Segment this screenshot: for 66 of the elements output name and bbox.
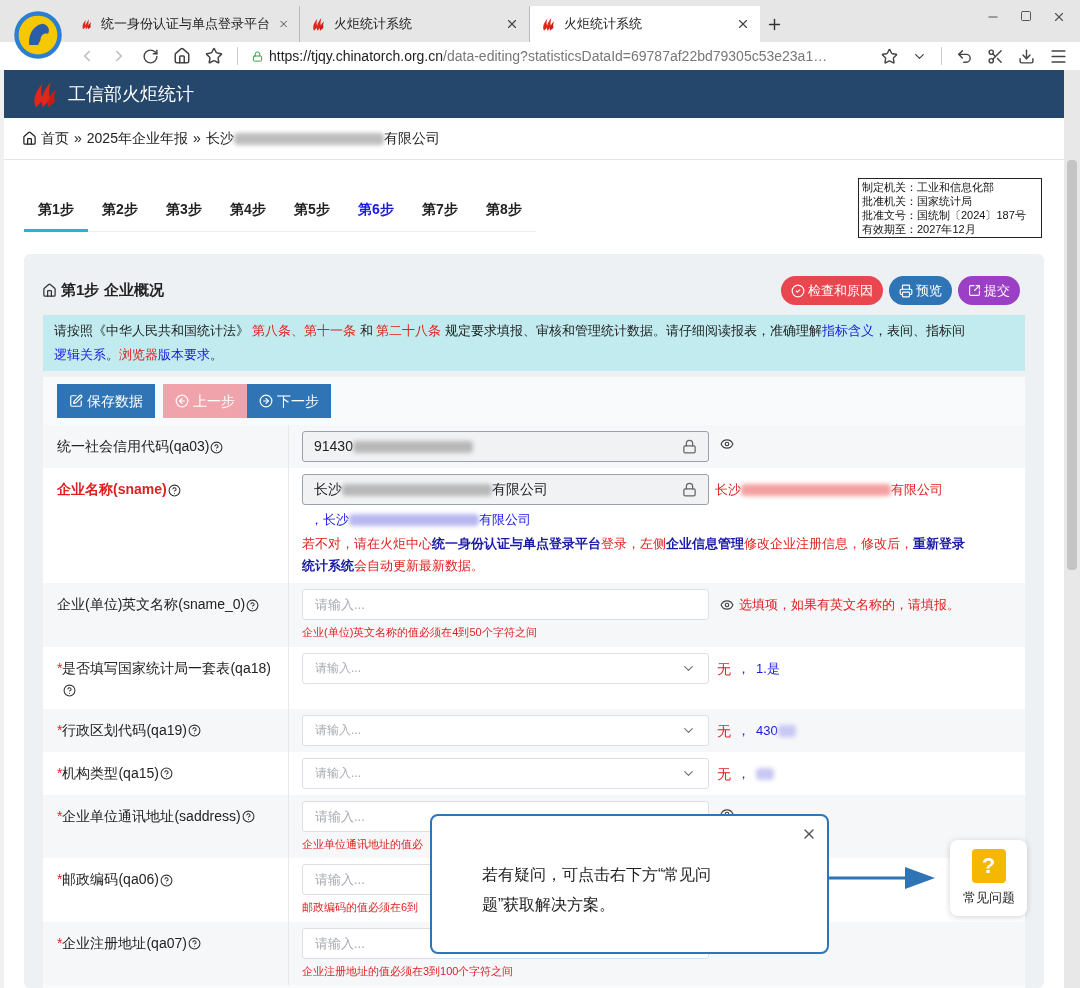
required-mark: * [57, 933, 63, 953]
redacted-text-start: 91430 [314, 437, 353, 456]
section-title: 第1步 企业概况 [61, 280, 164, 301]
question-icon: ? [971, 848, 1006, 883]
step-tab[interactable]: 第8步 [472, 190, 536, 232]
field-label: 企业名称(sname) [57, 478, 181, 500]
separator-text: ， [737, 660, 750, 679]
required-mark: * [57, 870, 63, 889]
redacted-text-start: 长沙 [715, 481, 741, 499]
field-note: 选填项，如果有英文名称的，请填报。 [739, 596, 960, 614]
validation-hint: 企业注册地址的值必须在3到100个字符之间 [302, 963, 514, 979]
breadcrumb-link[interactable]: 首页 [41, 128, 69, 149]
step-tab[interactable]: 第3步 [152, 190, 216, 232]
redacted-text-start: ，长沙 [310, 511, 349, 529]
correction-message: 若不对，请在火炬中心统一身份认证与单点登录平台登录，左侧企业信息管理修改企业注册信息，修改后，重新登录统计系统会自动更新最新数据。 [302, 535, 966, 575]
field-label: 邮政编码(qa06) [62, 868, 173, 890]
locked-input-field[interactable]: 长沙 有限公司 [302, 474, 709, 505]
required-mark: * [57, 658, 63, 678]
step-tab[interactable]: 第7步 [408, 190, 472, 232]
required-mark: * [57, 763, 63, 783]
text-input-field[interactable]: 请输入... [302, 589, 709, 620]
field-label: 统一社会信用代码(qa03) [57, 435, 224, 457]
validation-hint: 企业(单位)英文名称的值必须在4到50个字符之间 [302, 625, 537, 640]
field-label: 企业注册地址(qa07) [62, 931, 201, 954]
field-label: 行政区划代码(qa19) [62, 718, 201, 741]
breadcrumb-separator: » [192, 129, 201, 148]
breadcrumb-separator: » [74, 129, 82, 148]
action-button[interactable]: 提交 [958, 276, 1020, 305]
redacted-text-end: 有限公司 [383, 129, 440, 148]
redacted-text-start: 1.是 [756, 660, 780, 679]
current-value: 无 [717, 764, 731, 784]
locked-input-field[interactable]: 91430 [302, 431, 709, 462]
redacted-text-start: 430 [756, 722, 778, 741]
redacted-text-start: 长沙 [314, 480, 342, 499]
faq-button[interactable]: ? 常见问题 [950, 840, 1027, 916]
toolbar-button[interactable]: 下一步 [247, 384, 331, 418]
current-value: 无 [717, 721, 731, 741]
required-mark: * [57, 806, 63, 826]
separator-text: ， [737, 765, 750, 784]
redacted-text-end: 有限公司 [479, 511, 531, 529]
action-button[interactable]: 预览 [889, 276, 952, 305]
field-label: 机构类型(qa15) [62, 761, 173, 784]
breadcrumb-link[interactable]: 2025年企业年报 [86, 128, 188, 149]
field-label: 是否填写国家统计局一套表(qa18) [62, 656, 280, 701]
approval-info-box: 制定机关：工业和信息化部 批准机关：国家统计局 批准文号：国统制〔2024〕187号 有效期至：2027年12月 [858, 178, 1042, 238]
redacted-text-end: 有限公司 [891, 481, 943, 499]
app-header: 工信部火炬统计 [4, 70, 1064, 118]
validation-hint: 邮政编码的值必须在6到 [302, 900, 419, 915]
separator-text: ， [737, 722, 750, 741]
redacted-text-start: 长沙 [205, 129, 234, 148]
current-value: 无 [717, 659, 731, 679]
field-label: 企业(单位)英文名称(sname_0) [57, 593, 260, 615]
redacted-text-end: 有限公司 [492, 480, 548, 499]
action-button[interactable]: 检查和原因 [781, 276, 883, 305]
browser-tab[interactable]: 火炬统计系统 [530, 6, 760, 42]
step-tab[interactable]: 第4步 [216, 190, 280, 232]
step-tab[interactable]: 第5步 [280, 190, 344, 232]
step-tab[interactable]: 第6步 [344, 190, 408, 232]
notice-banner: 请按照《中华人民共和国统计法》 第八条、第十一条 和 第二十八条 规定要求填报、审核和管理统计数据。请仔细阅读报表，准确理解指标含义，表间、指标间 逻辑关系。浏览器版本要求。 [43, 315, 1025, 371]
validation-hint: 企业单位通讯地址的值必 [302, 836, 423, 852]
tip-text: 若有疑问，可点击右下方“常见问题”获取解决方案。 [482, 865, 713, 915]
required-mark: * [57, 720, 63, 740]
step-tab[interactable]: 第1步 [24, 190, 88, 232]
step-tab[interactable]: 第2步 [88, 190, 152, 232]
field-label: 企业单位通讯地址(saddress) [62, 804, 255, 827]
toolbar-button[interactable]: 保存数据 [57, 384, 155, 418]
